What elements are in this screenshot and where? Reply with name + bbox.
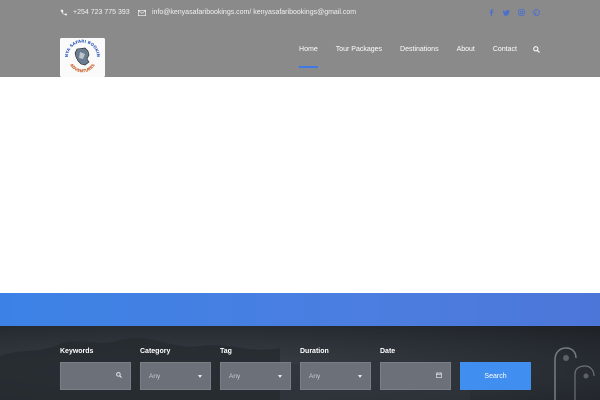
tag-field: Tag Any <box>220 348 291 390</box>
accent-band <box>0 293 600 326</box>
nav-item-destinations[interactable]: Destinations <box>400 46 439 53</box>
keywords-input[interactable] <box>60 362 131 390</box>
nav-item-home[interactable]: Home <box>299 46 318 68</box>
nav-item-contact[interactable]: Contact <box>493 46 517 53</box>
category-value: Any <box>149 372 161 380</box>
date-input[interactable] <box>380 362 451 390</box>
top-bar: +254 723 775 393 info@kenyasafaribooking… <box>0 0 600 28</box>
envelope-icon <box>138 9 146 16</box>
social-links <box>488 9 540 16</box>
duration-label: Duration <box>300 348 329 355</box>
category-field: Category Any <box>140 348 211 390</box>
keywords-label: Keywords <box>60 348 94 355</box>
nav-item-about[interactable]: About <box>457 46 475 53</box>
keywords-field: Keywords <box>60 348 131 390</box>
duration-field: Duration Any <box>300 348 371 390</box>
tag-label: Tag <box>220 348 232 355</box>
hero-area <box>0 77 600 293</box>
tag-select[interactable]: Any <box>220 362 291 390</box>
duration-value: Any <box>309 372 321 380</box>
chevron-down-icon <box>198 374 202 378</box>
nav-item-tour-packages[interactable]: Tour Packages <box>336 46 382 53</box>
site-header: +254 723 775 393 info@kenyasafaribooking… <box>0 0 600 77</box>
phone-icon <box>60 9 67 16</box>
category-label: Category <box>140 348 171 355</box>
email-contact[interactable]: info@kenyasafaribookings.com/ kenyasafar… <box>138 9 356 16</box>
chevron-down-icon <box>278 374 282 378</box>
duration-select[interactable]: Any <box>300 362 371 390</box>
calendar-icon <box>436 372 442 380</box>
search-icon[interactable] <box>533 40 540 58</box>
pinterest-icon[interactable] <box>533 9 540 16</box>
date-label: Date <box>380 348 396 355</box>
phone-number: +254 723 775 393 <box>73 9 130 16</box>
twitter-icon[interactable] <box>503 9 510 16</box>
main-nav: Home Tour Packages Destinations About Co… <box>281 40 540 68</box>
instagram-icon[interactable] <box>518 9 525 16</box>
site-logo[interactable]: KENYA SAFARI BOOKINGS ADVENTURES <box>60 38 105 77</box>
search-submit-button[interactable]: Search <box>460 362 531 390</box>
email-address: info@kenyasafaribookings.com/ kenyasafar… <box>152 9 357 16</box>
phone-contact[interactable]: +254 723 775 393 <box>60 9 130 16</box>
date-field: Date <box>380 348 451 390</box>
category-select[interactable]: Any <box>140 362 211 390</box>
tag-value: Any <box>229 372 241 380</box>
search-icon <box>116 372 122 380</box>
chevron-down-icon <box>358 374 362 378</box>
facebook-icon[interactable] <box>488 9 495 16</box>
